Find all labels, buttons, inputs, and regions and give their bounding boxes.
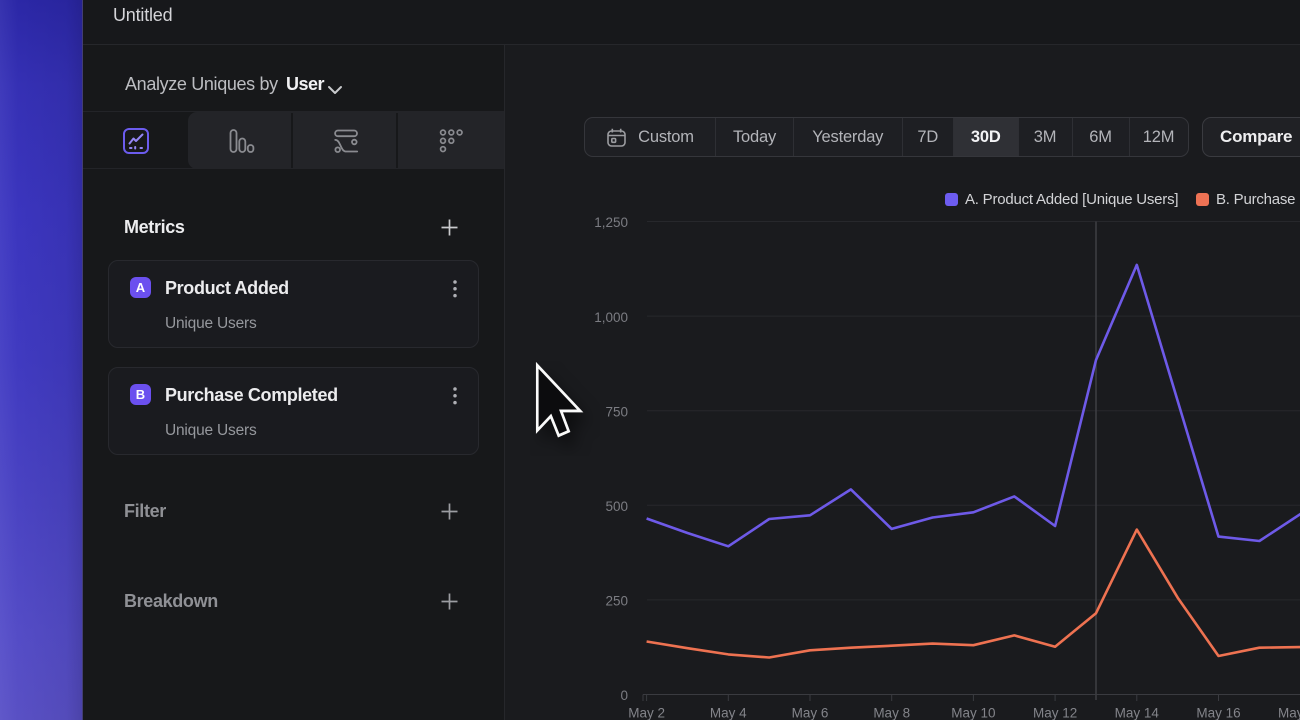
svg-text:May 12: May 12 bbox=[1033, 706, 1077, 720]
svg-text:250: 250 bbox=[605, 594, 628, 609]
svg-text:May 14: May 14 bbox=[1115, 706, 1160, 720]
svg-text:May 8: May 8 bbox=[873, 706, 910, 720]
svg-text:May 4: May 4 bbox=[710, 706, 747, 720]
svg-text:750: 750 bbox=[605, 404, 628, 419]
svg-text:500: 500 bbox=[605, 499, 628, 514]
svg-text:May 16: May 16 bbox=[1196, 706, 1240, 720]
svg-text:May 18: May 18 bbox=[1278, 706, 1300, 720]
svg-text:May 10: May 10 bbox=[951, 706, 995, 720]
svg-text:May 2: May 2 bbox=[628, 706, 665, 720]
svg-text:0: 0 bbox=[620, 688, 628, 703]
svg-text:1,000: 1,000 bbox=[594, 310, 628, 325]
svg-text:May 6: May 6 bbox=[792, 706, 829, 720]
svg-text:1,250: 1,250 bbox=[594, 215, 628, 230]
